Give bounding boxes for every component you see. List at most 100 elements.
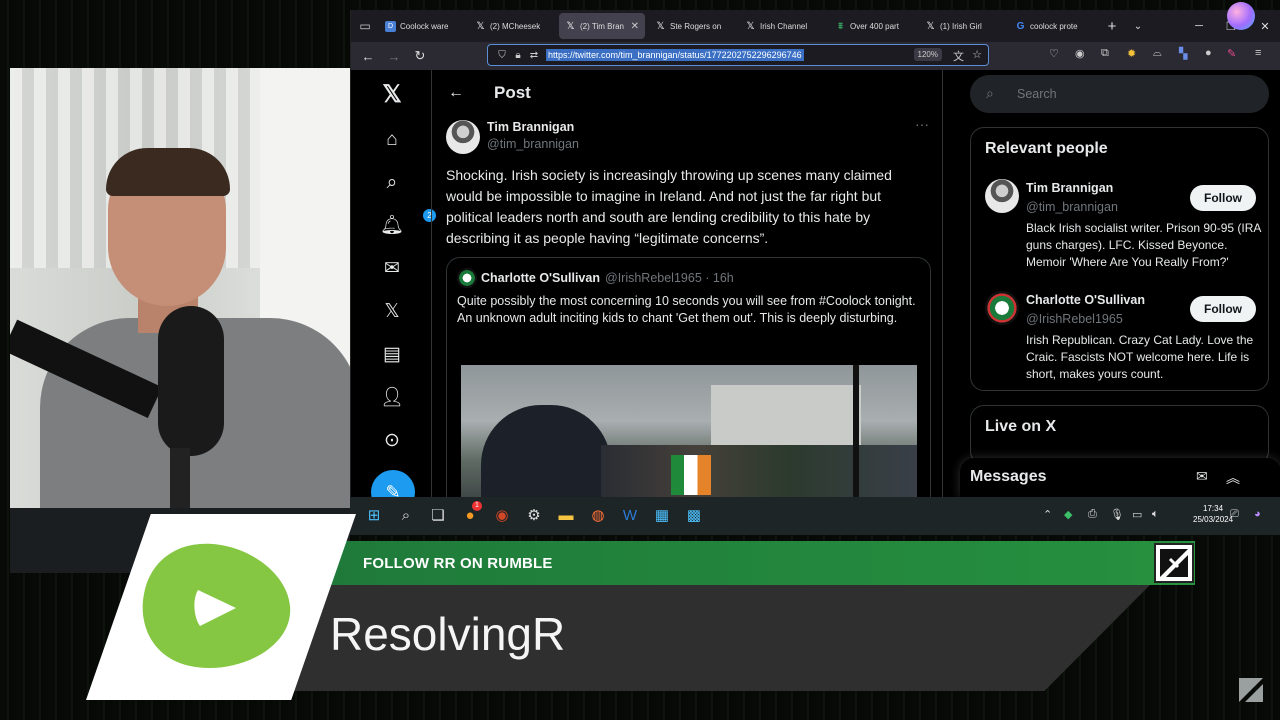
author-handle[interactable]: @tim_brannigan: [487, 137, 579, 151]
person-handle[interactable]: @IrishRebel1965: [1026, 312, 1123, 326]
tab-1[interactable]: 𝕏 (2) MCheesek: [469, 13, 555, 39]
new-tab-icon[interactable]: +: [1099, 18, 1125, 35]
file-explorer-icon[interactable]: ▬: [556, 506, 576, 526]
screen: ▭ D Coolock ware 𝕏 (2) MCheesek 𝕏 (2) Tim B…: [0, 0, 1280, 720]
person-name[interactable]: Tim Brannigan: [1026, 181, 1113, 195]
bookmark-star-icon[interactable]: ☆: [972, 48, 982, 61]
usb-icon[interactable]: ⎙: [1088, 508, 1097, 521]
shield-icon[interactable]: ⛉: [494, 50, 510, 61]
forward-icon[interactable]: →: [381, 49, 407, 64]
tab-6[interactable]: 𝕏 (1) Irish Girl: [919, 13, 1005, 39]
notifications-icon[interactable]: ⎚: [1230, 508, 1239, 521]
author-name[interactable]: Tim Brannigan: [487, 120, 574, 134]
tab-0[interactable]: D Coolock ware: [379, 13, 465, 39]
url-text[interactable]: https://twitter.com/tim_brannigan/status…: [546, 49, 804, 61]
start-icon[interactable]: ⊞: [364, 506, 384, 526]
person-avatar[interactable]: [985, 179, 1019, 213]
incognito-extension-icon[interactable]: ⌓: [1153, 47, 1162, 60]
tweet-text: Shocking. Irish society is increasingly …: [446, 167, 892, 246]
display-icon[interactable]: ▭: [1132, 508, 1142, 521]
expand-icon[interactable]: ︽: [1226, 468, 1240, 488]
firefox-icon[interactable]: ◍: [588, 506, 608, 526]
person-bio: Black Irish socialist writer. Prison 90-…: [1026, 221, 1261, 269]
store-icon[interactable]: ▦: [652, 506, 672, 526]
google-icon: G: [1016, 20, 1025, 32]
more-circle-icon[interactable]: ⊙: [379, 428, 405, 454]
grid-app-icon[interactable]: ▩: [684, 506, 704, 526]
lock-icon[interactable]: 🔒︎: [510, 50, 526, 61]
person-bio: Irish Republican. Crazy Cat Lady. Love t…: [1026, 333, 1254, 381]
permissions-icon[interactable]: ⇄: [526, 50, 542, 61]
tab-list-icon[interactable]: ▭: [351, 19, 379, 33]
browser-window: ▭ D Coolock ware 𝕏 (2) MCheesek 𝕏 (2) Tim B…: [350, 2, 1280, 514]
x-logo-icon[interactable]: 𝕏: [379, 82, 405, 108]
more-options-icon[interactable]: ···: [915, 116, 929, 132]
tab-bar: ▭ D Coolock ware 𝕏 (2) MCheesek 𝕏 (2) Tim B…: [351, 2, 1280, 42]
taskbar: ⊞ ⌕ ❏ ● 1 ◉ ⚙ ▬ ◍ W ▦ ▩ ⌃ ◆ ⎙ 🎙︎ ▭ 🔈︎ 17:…: [350, 497, 1280, 535]
menu-icon[interactable]: ≡: [1255, 47, 1261, 59]
quote-video[interactable]: [461, 365, 917, 497]
chevron-down-icon[interactable]: ⌄: [1125, 21, 1151, 32]
tab-2[interactable]: 𝕏 (2) Tim Bran ✕: [559, 13, 645, 39]
tab-3[interactable]: 𝕏 Ste Rogers on: [649, 13, 735, 39]
gray-extension-icon[interactable]: ●: [1205, 47, 1212, 59]
tray-app-icon[interactable]: ◆: [1064, 508, 1072, 521]
powerpoint-icon[interactable]: ◉: [492, 506, 512, 526]
follow-banner-text: FOLLOW RR ON RUMBLE: [363, 555, 553, 572]
nav-bar: ← → ↻ ⛉ 🔒︎ ⇄ https://twitter.com/tim_bra…: [351, 42, 1280, 70]
copilot-tray-icon[interactable]: ◕: [1254, 508, 1261, 520]
post-header: ← Post: [432, 70, 942, 116]
tab-7[interactable]: Gcoolock prote: [1009, 13, 1095, 39]
close-tab-icon[interactable]: ✕: [631, 21, 639, 32]
search-box[interactable]: ⌕ Search: [970, 75, 1269, 113]
account-icon[interactable]: ◉: [1075, 47, 1085, 60]
video-crowd: [601, 445, 917, 497]
system-clock[interactable]: 17:34 25/03/2024: [1193, 503, 1233, 525]
translate-icon[interactable]: 文: [953, 48, 964, 64]
lists-icon[interactable]: ▤: [379, 342, 405, 368]
person-handle[interactable]: @tim_brannigan: [1026, 200, 1118, 214]
tab-5[interactable]: ⩩ Over 400 part: [829, 13, 915, 39]
back-arrow-icon[interactable]: ←: [448, 84, 478, 102]
messages-envelope-icon[interactable]: ✉: [379, 256, 405, 282]
word-icon[interactable]: W: [620, 506, 640, 526]
explore-search-icon[interactable]: ⌕: [379, 170, 405, 196]
settings-gear-icon[interactable]: ⚙: [524, 506, 544, 526]
follow-button[interactable]: Follow: [1190, 296, 1256, 322]
pocket-icon[interactable]: ♡: [1049, 47, 1059, 60]
speaker-icon[interactable]: 🔈︎: [1152, 508, 1159, 521]
pin-extension-icon[interactable]: ✎: [1227, 47, 1236, 60]
app-orange-icon[interactable]: ● 1: [460, 501, 482, 526]
extensions-icon[interactable]: ⧉: [1101, 47, 1109, 60]
notifications-bell-icon[interactable]: 🔔︎ 2: [379, 209, 436, 239]
task-view-icon[interactable]: ❏: [428, 506, 448, 526]
search-icon[interactable]: ⌕: [396, 506, 416, 526]
address-bar[interactable]: ⛉ 🔒︎ ⇄ https://twitter.com/tim_brannigan…: [487, 44, 989, 66]
premium-x-icon[interactable]: 𝕏: [379, 299, 405, 325]
translate-extension-icon[interactable]: ▚: [1179, 47, 1187, 60]
tray-chevron-icon[interactable]: ⌃: [1043, 508, 1052, 521]
follow-button[interactable]: Follow: [1190, 185, 1256, 211]
minimize-icon[interactable]: ─: [1183, 10, 1215, 42]
messages-drawer[interactable]: Messages ✉ ︽: [960, 458, 1280, 498]
quoted-tweet[interactable]: Charlotte O'Sullivan @IrishRebel1965 · 1…: [446, 257, 931, 497]
post-column: ← Post Tim Brannigan @tim_brannigan ··· …: [431, 70, 943, 497]
webcam-feed: [10, 68, 350, 573]
reload-icon[interactable]: ↻: [407, 48, 433, 64]
home-icon[interactable]: ⌂: [379, 127, 405, 153]
x-icon: 𝕏: [926, 20, 935, 32]
quote-avatar: [457, 268, 477, 288]
sun-extension-icon[interactable]: ✹: [1127, 47, 1136, 60]
person-avatar[interactable]: [985, 291, 1019, 325]
tab-4[interactable]: 𝕏 Irish Channel: [739, 13, 825, 39]
zoom-level[interactable]: 120%: [913, 48, 942, 61]
back-icon[interactable]: ←: [355, 49, 381, 64]
copilot-icon[interactable]: [1227, 2, 1255, 30]
author-avatar[interactable]: [446, 120, 480, 154]
profile-icon[interactable]: 👤︎: [379, 385, 405, 411]
clock-time: 17:34: [1203, 504, 1224, 513]
microphone-icon[interactable]: 🎙︎: [1110, 508, 1124, 521]
channel-name-bar: ResolvingR: [270, 585, 1150, 691]
person-name[interactable]: Charlotte O'Sullivan: [1026, 293, 1145, 307]
new-message-icon[interactable]: ✉: [1196, 468, 1208, 485]
